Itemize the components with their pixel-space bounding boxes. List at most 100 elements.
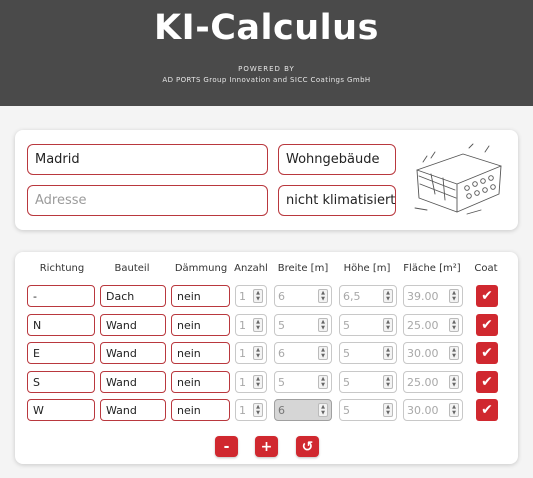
building-sketch-icon bbox=[414, 143, 502, 215]
spinner-icon[interactable]: ▲ ▼ bbox=[449, 346, 459, 360]
checkmark-icon: ✔ bbox=[481, 288, 493, 304]
climate-select[interactable]: nicht klimatisiert bbox=[278, 185, 396, 216]
hoehe-input[interactable]: 5 ▲ ▼ bbox=[339, 371, 397, 393]
spinner-icon[interactable]: ▲ ▼ bbox=[383, 346, 393, 360]
anzahl-input[interactable]: 1 ▲ ▼ bbox=[235, 371, 267, 393]
spinner-icon[interactable]: ▲ ▼ bbox=[383, 289, 393, 303]
anzahl-input[interactable]: 1 ▲ ▼ bbox=[235, 399, 267, 421]
column-header-richtung: Richtung bbox=[39, 263, 85, 274]
anzahl-input[interactable]: 1 ▲ ▼ bbox=[235, 285, 267, 307]
spinner-icon[interactable]: ▲ ▼ bbox=[318, 289, 328, 303]
breite-input[interactable]: 5 ▲ ▼ bbox=[274, 371, 332, 393]
daemmung-input[interactable]: nein bbox=[171, 371, 230, 393]
spinner-icon[interactable]: ▲ ▼ bbox=[318, 403, 328, 417]
flaeche-value: 25.00 bbox=[407, 375, 439, 389]
flaeche-input[interactable]: 25.00 ▲ ▼ bbox=[403, 371, 463, 393]
coat-checkbox[interactable]: ✔ bbox=[476, 371, 498, 393]
richtung-input[interactable]: W bbox=[27, 399, 95, 421]
column-header-anzahl: Anzahl bbox=[234, 263, 268, 274]
spinner-icon[interactable]: ▲ ▼ bbox=[253, 346, 263, 360]
app-header: KI-Calculus POWERED BY AD PORTS Group In… bbox=[0, 0, 533, 106]
bauteil-input[interactable]: Wand bbox=[100, 399, 166, 421]
hoehe-value: 5 bbox=[343, 403, 350, 417]
spinner-icon[interactable]: ▲ ▼ bbox=[318, 346, 328, 360]
richtung-input[interactable]: N bbox=[27, 314, 95, 336]
reset-button[interactable]: ↺ bbox=[296, 436, 319, 457]
spinner-icon[interactable]: ▲ ▼ bbox=[449, 375, 459, 389]
app-title: KI-Calculus bbox=[154, 8, 379, 48]
flaeche-value: 30.00 bbox=[407, 403, 439, 417]
spinner-icon[interactable]: ▲ ▼ bbox=[253, 403, 263, 417]
column-header-daemmung: Dämmung bbox=[174, 263, 228, 274]
powered-by-label: POWERED BY bbox=[238, 65, 295, 73]
remove-row-button[interactable]: - bbox=[215, 436, 238, 457]
spinner-icon[interactable]: ▲ ▼ bbox=[449, 318, 459, 332]
flaeche-input[interactable]: 39.00 ▲ ▼ bbox=[403, 285, 463, 307]
organization-label: AD PORTS Group Innovation and SICC Coati… bbox=[162, 76, 371, 84]
breite-input[interactable]: 6 ▲ ▼ bbox=[274, 342, 332, 364]
breite-input[interactable]: 6 ▲ ▼ bbox=[274, 285, 332, 307]
coat-checkbox[interactable]: ✔ bbox=[476, 314, 498, 336]
breite-value: 6 bbox=[278, 289, 285, 303]
hoehe-input[interactable]: 5 ▲ ▼ bbox=[339, 399, 397, 421]
richtung-input[interactable]: S bbox=[27, 371, 95, 393]
daemmung-input[interactable]: nein bbox=[171, 314, 230, 336]
hoehe-input[interactable]: 6,5 ▲ ▼ bbox=[339, 285, 397, 307]
coat-checkbox[interactable]: ✔ bbox=[476, 342, 498, 364]
daemmung-input[interactable]: nein bbox=[171, 285, 230, 307]
bauteil-input[interactable]: Wand bbox=[100, 371, 166, 393]
bauteil-input[interactable]: Dach bbox=[100, 285, 166, 307]
daemmung-input[interactable]: nein bbox=[171, 342, 230, 364]
spinner-icon[interactable]: ▲ ▼ bbox=[253, 289, 263, 303]
coat-checkbox[interactable]: ✔ bbox=[476, 399, 498, 421]
column-header-coat: Coat bbox=[474, 263, 498, 274]
flaeche-input[interactable]: 25.00 ▲ ▼ bbox=[403, 314, 463, 336]
richtung-input[interactable]: E bbox=[27, 342, 95, 364]
location-card: Madrid Adresse Wohngebäude nicht klimati… bbox=[15, 130, 518, 230]
hoehe-input[interactable]: 5 ▲ ▼ bbox=[339, 342, 397, 364]
bauteil-input[interactable]: Wand bbox=[100, 342, 166, 364]
coat-checkbox[interactable]: ✔ bbox=[476, 285, 498, 307]
components-card: Richtung Bauteil Dämmung Anzahl Breite [… bbox=[15, 252, 518, 464]
spinner-icon[interactable]: ▲ ▼ bbox=[318, 318, 328, 332]
breite-value: 5 bbox=[278, 318, 285, 332]
city-input[interactable]: Madrid bbox=[27, 144, 268, 175]
flaeche-input[interactable]: 30.00 ▲ ▼ bbox=[403, 342, 463, 364]
flaeche-value: 30.00 bbox=[407, 346, 439, 360]
hoehe-value: 5 bbox=[343, 346, 350, 360]
spinner-icon[interactable]: ▲ ▼ bbox=[253, 318, 263, 332]
anzahl-value: 1 bbox=[239, 375, 246, 389]
bauteil-input[interactable]: Wand bbox=[100, 314, 166, 336]
address-input[interactable]: Adresse bbox=[27, 185, 268, 216]
anzahl-value: 1 bbox=[239, 346, 246, 360]
spinner-icon[interactable]: ▲ ▼ bbox=[383, 375, 393, 389]
checkmark-icon: ✔ bbox=[481, 345, 493, 361]
add-row-button[interactable]: + bbox=[255, 436, 278, 457]
anzahl-input[interactable]: 1 ▲ ▼ bbox=[235, 342, 267, 364]
breite-value: 6 bbox=[278, 403, 285, 417]
anzahl-input[interactable]: 1 ▲ ▼ bbox=[235, 314, 267, 336]
column-header-bauteil: Bauteil bbox=[114, 263, 150, 274]
hoehe-input[interactable]: 5 ▲ ▼ bbox=[339, 314, 397, 336]
spinner-icon[interactable]: ▲ ▼ bbox=[383, 403, 393, 417]
spinner-icon[interactable]: ▲ ▼ bbox=[449, 289, 459, 303]
column-header-breite: Breite [m] bbox=[277, 263, 329, 274]
breite-input[interactable]: 5 ▲ ▼ bbox=[274, 314, 332, 336]
breite-input[interactable]: 6 ▲ ▼ bbox=[274, 399, 332, 421]
hoehe-value: 6,5 bbox=[343, 289, 361, 303]
breite-value: 6 bbox=[278, 346, 285, 360]
flaeche-input[interactable]: 30.00 ▲ ▼ bbox=[403, 399, 463, 421]
anzahl-value: 1 bbox=[239, 289, 246, 303]
column-header-hoehe: Höhe [m] bbox=[343, 263, 391, 274]
richtung-input[interactable]: - bbox=[27, 285, 95, 307]
spinner-icon[interactable]: ▲ ▼ bbox=[318, 375, 328, 389]
anzahl-value: 1 bbox=[239, 318, 246, 332]
building-type-select[interactable]: Wohngebäude bbox=[278, 144, 396, 175]
spinner-icon[interactable]: ▲ ▼ bbox=[383, 318, 393, 332]
daemmung-input[interactable]: nein bbox=[171, 399, 230, 421]
checkmark-icon: ✔ bbox=[481, 374, 493, 390]
checkmark-icon: ✔ bbox=[481, 317, 493, 333]
spinner-icon[interactable]: ▲ ▼ bbox=[449, 403, 459, 417]
spinner-icon[interactable]: ▲ ▼ bbox=[253, 375, 263, 389]
anzahl-value: 1 bbox=[239, 403, 246, 417]
